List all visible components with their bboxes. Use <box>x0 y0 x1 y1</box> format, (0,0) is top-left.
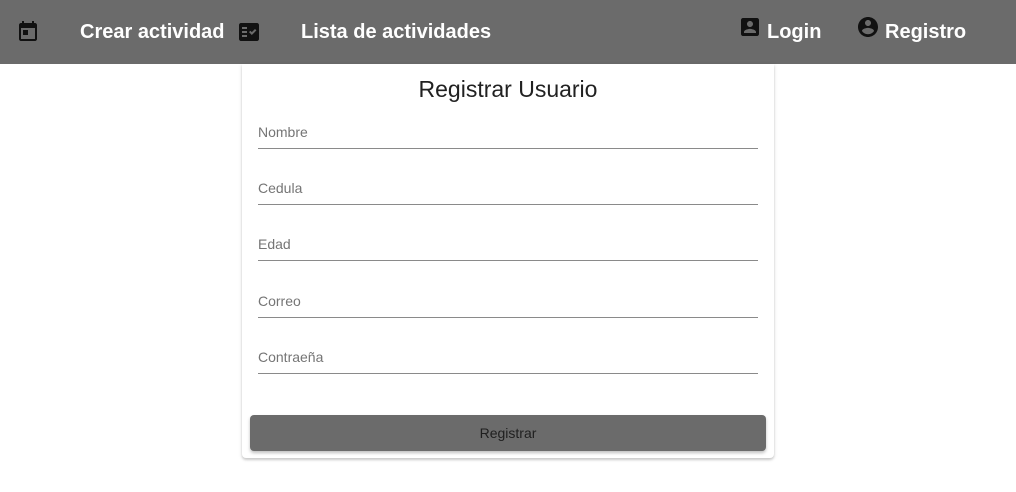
nav-crear-actividad-label: Crear actividad <box>80 20 225 43</box>
nav-lista-actividades[interactable]: Lista de actividades <box>301 0 491 64</box>
contrasena-field <box>258 341 758 374</box>
nav-login-label: Login <box>767 20 822 43</box>
correo-input[interactable] <box>258 285 758 317</box>
nav-lista-actividades-label: Lista de actividades <box>301 20 492 43</box>
nav-login[interactable]: Login <box>738 0 821 64</box>
edad-field <box>258 228 758 261</box>
contact-card-icon <box>738 15 762 39</box>
nav-crear-actividad[interactable]: Crear actividad <box>80 0 225 64</box>
cedula-input[interactable] <box>258 172 758 204</box>
form-title: Registrar Usuario <box>418 76 598 102</box>
checklist-icon[interactable] <box>237 20 261 44</box>
cedula-field <box>258 172 758 205</box>
contrasena-input[interactable] <box>258 341 758 373</box>
nav-registro[interactable]: Registro <box>856 0 966 64</box>
account-circle-icon <box>856 15 880 39</box>
edad-input[interactable] <box>258 228 758 260</box>
register-form-card: Registrar Usuario Registrar <box>242 64 774 458</box>
registrar-button[interactable]: Registrar <box>250 415 766 451</box>
calendar-icon[interactable] <box>16 20 40 44</box>
top-navbar: Crear actividad Lista de actividades Log… <box>0 0 1016 64</box>
correo-field <box>258 285 758 318</box>
nav-registro-label: Registro <box>885 20 967 43</box>
nombre-input[interactable] <box>258 116 758 148</box>
nombre-field <box>258 116 758 149</box>
